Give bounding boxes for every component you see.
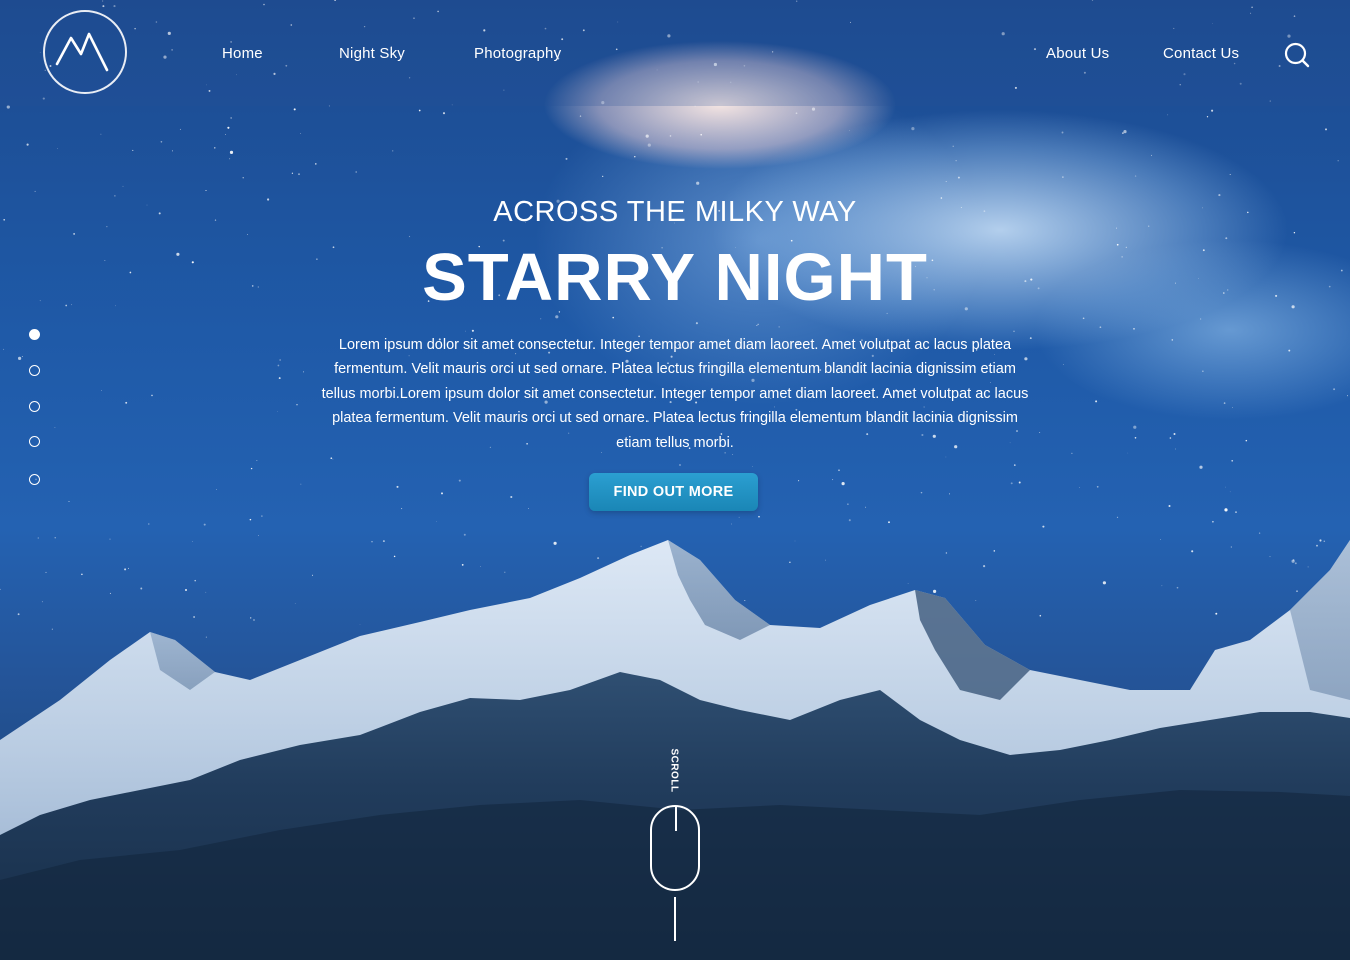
slide-dot-2[interactable] xyxy=(29,365,40,376)
slide-dot-3[interactable] xyxy=(29,401,40,412)
slide-dot-5[interactable] xyxy=(29,474,40,485)
nav-contact-us-link[interactable]: Contact Us xyxy=(1163,45,1239,62)
hero-title: STARRY NIGHT xyxy=(422,240,928,315)
nav-home-link[interactable]: Home xyxy=(222,45,263,62)
hero-eyebrow: ACROSS THE MILKY WAY xyxy=(493,196,857,228)
slide-pager xyxy=(29,329,43,489)
nav-night-sky-link[interactable]: Night Sky xyxy=(339,45,405,62)
scroll-label-text: SCROLL xyxy=(668,748,680,793)
nav-photography-link[interactable]: Photography xyxy=(474,45,561,62)
nav-about-us-link[interactable]: About Us xyxy=(1046,45,1109,62)
mountain-logo-icon[interactable] xyxy=(43,10,127,94)
slide-dot-4[interactable] xyxy=(29,436,40,447)
slide-dot-1[interactable] xyxy=(29,329,40,340)
search-icon[interactable] xyxy=(1283,41,1311,69)
find-out-more-button[interactable]: FIND OUT MORE xyxy=(589,473,758,511)
top-navbar: Home Night Sky Photography About Us Cont… xyxy=(0,0,1350,106)
scroll-line xyxy=(674,897,676,941)
scroll-label: SCROLL xyxy=(661,748,689,798)
mouse-wheel xyxy=(675,807,677,831)
hero-body-text: Lorem ipsum dolor sit amet consectetur. … xyxy=(321,337,1029,451)
mouse-icon[interactable] xyxy=(650,805,700,891)
